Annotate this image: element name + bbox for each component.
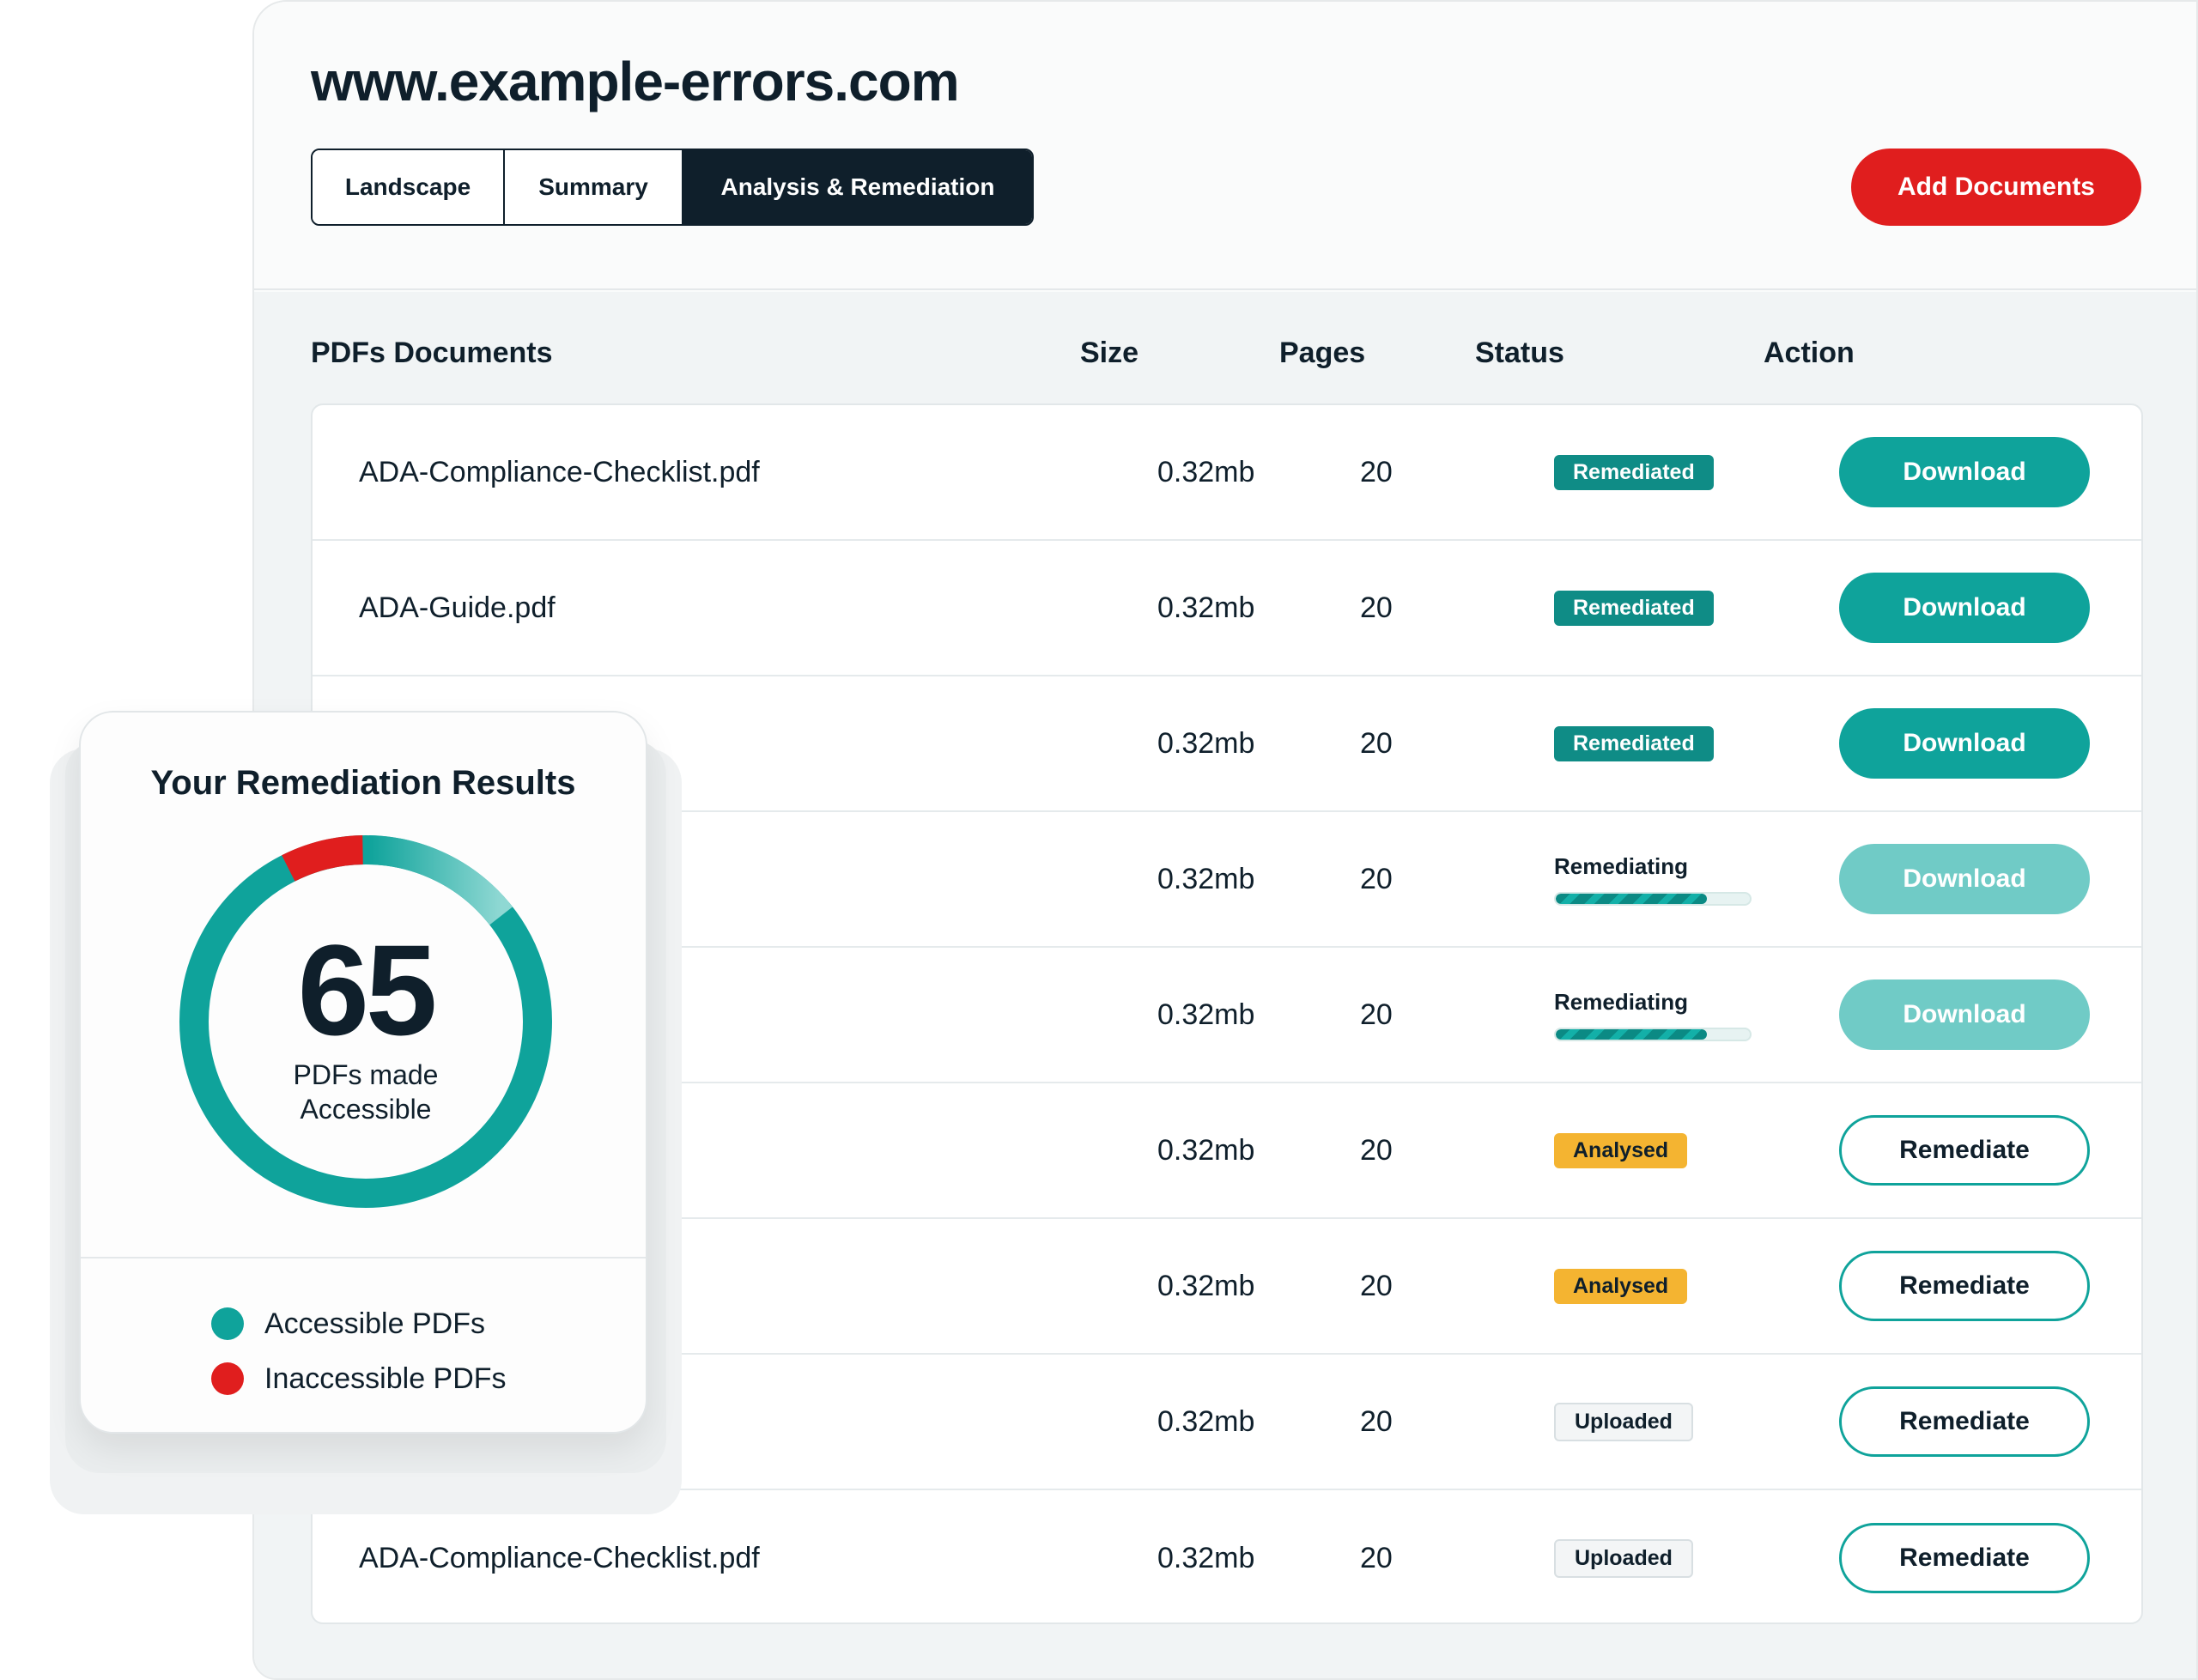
document-size: 0.32mb (1157, 998, 1255, 1031)
remediating-status: Remediating (1554, 853, 1752, 906)
document-size: 0.32mb (1157, 1269, 1255, 1302)
document-pages: 20 (1360, 1133, 1393, 1167)
remediation-results-card: Your Remediation Results 65 PDFs made Ac… (79, 711, 647, 1434)
status-badge: Remediated (1554, 454, 1714, 490)
document-status: Analysed (1554, 1219, 1688, 1353)
progress-bar-fill (1556, 893, 1708, 904)
download-button[interactable]: Download (1839, 708, 2090, 779)
legend-label: Accessible PDFs (264, 1307, 485, 1340)
status-label: Remediating (1554, 988, 1689, 1015)
column-header-name: PDFs Documents (311, 337, 553, 369)
document-pages: 20 (1360, 1541, 1393, 1574)
document-action: Remediate (1839, 1355, 2090, 1489)
document-status: Remediating (1554, 812, 1752, 946)
status-label: Remediating (1554, 852, 1689, 879)
document-status: Remediated (1554, 676, 1714, 810)
download-button[interactable]: Download (1839, 437, 2090, 507)
table-header: PDFs Documents Size Pages Status Action (311, 337, 2143, 371)
status-badge: Analysed (1554, 1268, 1688, 1304)
document-pages: 20 (1360, 726, 1393, 760)
app-header: www.example-errors.com Landscape Summary… (254, 2, 2196, 290)
column-header-pages: Pages (1279, 337, 1366, 369)
tab-summary[interactable]: Summary (503, 150, 682, 224)
status-badge: Remediated (1554, 725, 1714, 761)
accessible-count: 65 (297, 918, 438, 1062)
tab-analysis-remediation[interactable]: Analysis & Remediation (682, 150, 1032, 224)
column-header-size: Size (1080, 337, 1139, 369)
progress-bar (1554, 891, 1752, 906)
document-size: 0.32mb (1157, 726, 1255, 760)
tab-landscape[interactable]: Landscape (313, 150, 503, 224)
status-badge: Uploaded (1554, 1538, 1693, 1578)
tab-bar: Landscape Summary Analysis & Remediation (311, 149, 1034, 226)
document-pages: 20 (1360, 1404, 1393, 1438)
remediate-button[interactable]: Remediate (1839, 1523, 2090, 1593)
table-row: ADA-Compliance-Checklist.pdf 0.32mb 20 Reme… (313, 405, 2141, 541)
document-action: Download (1839, 948, 2090, 1082)
document-status: Uploaded (1554, 1355, 1693, 1489)
document-pages: 20 (1360, 862, 1393, 895)
download-button[interactable]: Download (1839, 573, 2090, 643)
document-size: 0.32mb (1157, 1541, 1255, 1574)
document-status: Remediated (1554, 405, 1714, 539)
document-pages: 20 (1360, 998, 1393, 1031)
legend-item-accessible: Accessible PDFs (211, 1296, 507, 1351)
legend: Accessible PDFs Inaccessible PDFs (211, 1296, 507, 1406)
table-row: ADA-Guide.pdf 0.32mb 20 Remediated Download (313, 541, 2141, 676)
remediate-button[interactable]: Remediate (1839, 1251, 2090, 1321)
document-status: Uploaded (1554, 1490, 1693, 1622)
card-divider (81, 1257, 646, 1258)
remediating-status: Remediating (1554, 989, 1752, 1041)
document-status: Remediating (1554, 948, 1752, 1082)
document-size: 0.32mb (1157, 1404, 1255, 1438)
document-pages: 20 (1360, 455, 1393, 488)
document-action: Remediate (1839, 1083, 2090, 1217)
add-documents-button[interactable]: Add Documents (1851, 149, 2141, 226)
donut-center: 65 PDFs made Accessible (177, 833, 555, 1210)
document-action: Download (1839, 405, 2090, 539)
document-pages: 20 (1360, 591, 1393, 624)
document-size: 0.32mb (1157, 455, 1255, 488)
document-action: Download (1839, 676, 2090, 810)
document-action: Remediate (1839, 1219, 2090, 1353)
document-size: 0.32mb (1157, 862, 1255, 895)
remediate-button[interactable]: Remediate (1839, 1115, 2090, 1186)
legend-dot-teal-icon (211, 1307, 244, 1340)
accessible-count-label: PDFs made Accessible (293, 1059, 439, 1125)
download-button[interactable]: Download (1839, 979, 2090, 1050)
status-badge: Analysed (1554, 1132, 1688, 1168)
page-title: www.example-errors.com (311, 51, 960, 112)
document-action: Download (1839, 812, 2090, 946)
status-badge: Remediated (1554, 590, 1714, 626)
legend-item-inaccessible: Inaccessible PDFs (211, 1351, 507, 1406)
legend-dot-red-icon (211, 1362, 244, 1395)
document-action: Remediate (1839, 1490, 2090, 1622)
document-size: 0.32mb (1157, 591, 1255, 624)
card-title: Your Remediation Results (150, 764, 576, 802)
document-pages: 20 (1360, 1269, 1393, 1302)
document-action: Download (1839, 541, 2090, 675)
document-name: ADA-Compliance-Checklist.pdf (359, 455, 760, 488)
document-status: Analysed (1554, 1083, 1688, 1217)
document-size: 0.32mb (1157, 1133, 1255, 1167)
status-badge: Uploaded (1554, 1402, 1693, 1441)
column-header-status: Status (1475, 337, 1564, 369)
legend-label: Inaccessible PDFs (264, 1362, 507, 1395)
download-button[interactable]: Download (1839, 844, 2090, 914)
remediate-button[interactable]: Remediate (1839, 1386, 2090, 1457)
progress-bar-fill (1556, 1028, 1708, 1040)
column-header-action: Action (1764, 337, 1855, 369)
document-name: ADA-Guide.pdf (359, 591, 556, 624)
progress-bar (1554, 1027, 1752, 1041)
document-status: Remediated (1554, 541, 1714, 675)
